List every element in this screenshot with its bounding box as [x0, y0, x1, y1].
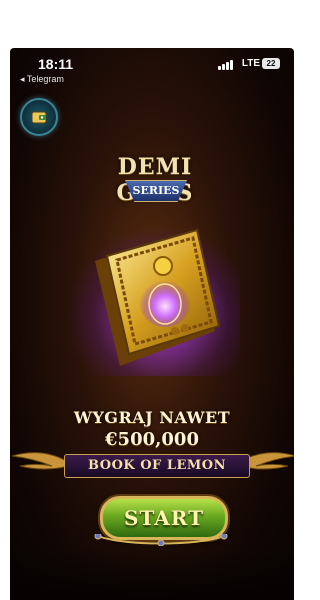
status-bar: 18:11 ◂ Telegram LTE 22: [10, 48, 294, 88]
back-to-telegram-link[interactable]: ◂ Telegram: [20, 74, 64, 85]
win-up-to-label: WYGRAJ NAWET: [73, 408, 231, 427]
logo-series: SERIES: [125, 180, 187, 202]
status-time: 18:11: [38, 56, 74, 72]
signal-icon: [218, 60, 234, 70]
wallet-button[interactable]: [20, 98, 58, 136]
battery-indicator: 22: [262, 58, 280, 69]
button-flourish-ornament: [94, 534, 228, 546]
max-win-amount: €500,000: [105, 429, 199, 450]
game-title-banner: BOOK OF LEMON: [64, 454, 250, 478]
book-illustration: [65, 226, 240, 376]
game-screen: 18:11 ◂ Telegram LTE 22 DEMI GODS SERIES: [10, 48, 294, 600]
left-wing-ornament: [12, 452, 68, 470]
game-title: BOOK OF LEMON: [88, 458, 226, 473]
wallet-icon: [31, 111, 47, 124]
start-button-label: START: [124, 506, 204, 530]
golden-book-icon: [95, 228, 221, 366]
demi-gods-logo: DEMI GODS SERIES: [80, 146, 230, 206]
dark-ground: [10, 548, 294, 600]
network-label: LTE: [241, 58, 260, 69]
